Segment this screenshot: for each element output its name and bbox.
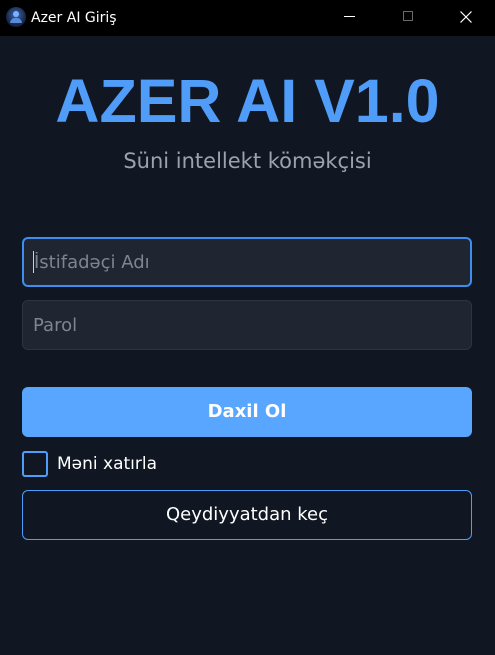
- app-heading: AZER AI V1.0: [55, 67, 440, 135]
- register-button[interactable]: Qeydiyyatdan keç: [22, 490, 472, 540]
- window-title: Azer AI Giriş: [31, 10, 117, 26]
- text-caret: [33, 251, 34, 273]
- close-button[interactable]: [443, 0, 489, 34]
- username-input[interactable]: [22, 237, 472, 287]
- remember-me-label[interactable]: Məni xatırla: [57, 453, 157, 475]
- maximize-icon: [403, 11, 413, 21]
- remember-me-checkbox[interactable]: [22, 451, 48, 477]
- minimize-icon: [344, 16, 355, 17]
- app-logo-icon: [6, 7, 26, 27]
- password-input[interactable]: [22, 300, 472, 350]
- close-icon: [460, 11, 472, 23]
- app-subtitle: Süni intellekt köməkçisi: [123, 149, 372, 173]
- title-bar: Azer AI Giriş: [0, 0, 495, 36]
- maximize-button[interactable]: [385, 0, 431, 34]
- login-button[interactable]: Daxil Ol: [22, 387, 472, 437]
- minimize-button[interactable]: [327, 0, 373, 34]
